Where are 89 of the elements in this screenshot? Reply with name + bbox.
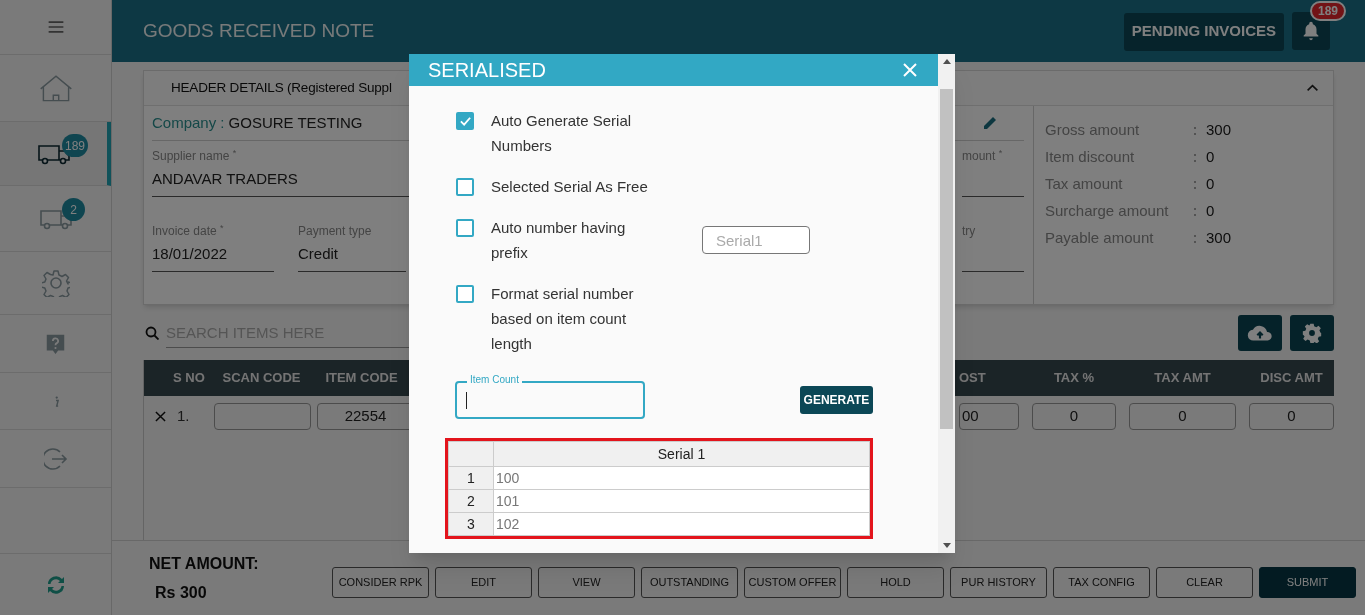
close-icon[interactable] <box>903 63 917 77</box>
column-header: OST <box>959 369 987 388</box>
footer-button[interactable]: EDIT <box>435 566 532 598</box>
logout-icon <box>43 446 68 471</box>
column-header: TAX % <box>1052 369 1096 388</box>
sidebar-item[interactable]: 2 <box>0 186 111 252</box>
checkbox[interactable] <box>456 285 474 303</box>
net-amount-label: NET AMOUNT: <box>149 553 260 574</box>
input-field[interactable]: 00 <box>959 402 1019 430</box>
column-header: SCAN CODE <box>221 369 302 388</box>
prefix-field[interactable]: Serial1 <box>702 226 810 254</box>
scrollbar-thumb[interactable] <box>940 89 953 429</box>
section-title: HEADER DETAILS (Registered Suppl <box>171 78 392 97</box>
net-amount: Rs 300 <box>155 582 208 603</box>
footer-button[interactable]: TAX CONFIG <box>1053 566 1150 598</box>
checkbox[interactable] <box>456 112 474 130</box>
modal-title: SERIALISED <box>428 59 546 81</box>
row-number: 1. <box>177 405 191 426</box>
footer-button[interactable]: PUR HISTORY <box>950 566 1047 598</box>
chevron-up-icon[interactable] <box>1306 83 1319 93</box>
column-header: DISC AMT <box>1259 369 1324 388</box>
company-name: GOSURE TESTING <box>228 112 363 133</box>
search-icon <box>145 326 159 340</box>
input-field[interactable]: 0 <box>1249 402 1334 430</box>
column-header: Serial 1 <box>656 444 707 464</box>
column-header: TAX AMT <box>1153 369 1212 388</box>
column-header: S NO <box>173 369 206 388</box>
summary-value: 300 <box>1206 120 1232 141</box>
upload-button[interactable] <box>1238 315 1282 351</box>
field-label: Item Count <box>467 374 522 386</box>
summary-value: 0 <box>1206 147 1215 168</box>
scrollbar[interactable] <box>938 54 955 553</box>
company-label: Company : <box>152 112 225 133</box>
column-header: ITEM CODE <box>324 369 399 388</box>
footer-button[interactable]: SUBMIT <box>1259 566 1356 598</box>
summary-value: 0 <box>1206 174 1215 195</box>
settings-icon <box>1302 323 1322 343</box>
summary-value: 0 <box>1206 201 1215 222</box>
notification-badge: 189 <box>1310 1 1347 21</box>
check-icon <box>458 115 472 127</box>
summary-label: Surcharge amount <box>1045 201 1170 222</box>
footer-button[interactable]: VIEW <box>538 566 635 598</box>
input-field[interactable]: 18/01/2022 <box>152 238 274 272</box>
footer-button[interactable]: CLEAR <box>1156 566 1253 598</box>
input-field[interactable]: Credit <box>298 238 406 272</box>
settings-icon <box>41 269 70 297</box>
input-field[interactable]: 0 <box>1129 402 1236 430</box>
row-number: 1 <box>449 467 494 489</box>
input-field[interactable] <box>214 402 311 430</box>
row-number: 3 <box>449 513 494 535</box>
input-field[interactable]: 0 <box>1032 402 1116 430</box>
remove-icon[interactable] <box>155 410 166 422</box>
scroll-down-icon[interactable] <box>942 543 951 548</box>
text-cursor <box>466 392 467 409</box>
count-badge: 2 <box>62 198 85 221</box>
scroll-up-icon[interactable] <box>942 59 951 64</box>
footer-button[interactable]: CONSIDER RPK <box>332 566 429 598</box>
summary-label: Tax amount <box>1045 174 1124 195</box>
field-label: try <box>962 224 977 238</box>
count-badge: 189 <box>62 134 89 157</box>
summary-label: Gross amount <box>1045 120 1141 141</box>
field-label: Invoice date $^{*}$ <box>152 224 225 238</box>
table-cell-text: 102 <box>495 514 521 534</box>
field-label: mount $^{*}$ <box>962 149 1004 163</box>
field-label: Payment type <box>298 224 373 238</box>
checkbox-label: Selected Serial As Free <box>491 177 649 197</box>
footer-button[interactable]: OUTSTANDING <box>641 566 738 598</box>
checkbox[interactable] <box>456 219 474 237</box>
checkbox-label: Format serial number based on item count length <box>491 284 635 354</box>
generate-button[interactable]: GENERATE <box>800 386 873 414</box>
pencil-icon[interactable] <box>982 115 998 131</box>
table-cell-text: 101 <box>495 491 521 511</box>
summary-label: Item discount <box>1045 147 1136 168</box>
checkbox-label: Auto number having prefix <box>491 218 627 263</box>
truck-icon <box>38 207 73 230</box>
field-label: Supplier name $^{*}$ <box>152 149 238 163</box>
home-icon <box>37 73 74 103</box>
row-number: 2 <box>449 490 494 512</box>
settings-button[interactable] <box>1290 315 1334 351</box>
sidebar-item[interactable]: 189 <box>0 122 111 186</box>
footer-button[interactable]: HOLD <box>847 566 944 598</box>
checkbox-label: Auto Generate Serial Numbers <box>491 111 633 156</box>
footer-button[interactable]: CUSTOM OFFER <box>744 566 841 598</box>
summary-value: 300 <box>1206 228 1232 249</box>
table-cell-text: 100 <box>495 468 521 488</box>
summary-label: Payable amount <box>1045 228 1155 249</box>
checkbox[interactable] <box>456 178 474 196</box>
page-title: GOODS RECEIVED NOTE <box>143 18 375 43</box>
pending-invoices-button[interactable]: PENDING INVOICES <box>1123 12 1284 51</box>
